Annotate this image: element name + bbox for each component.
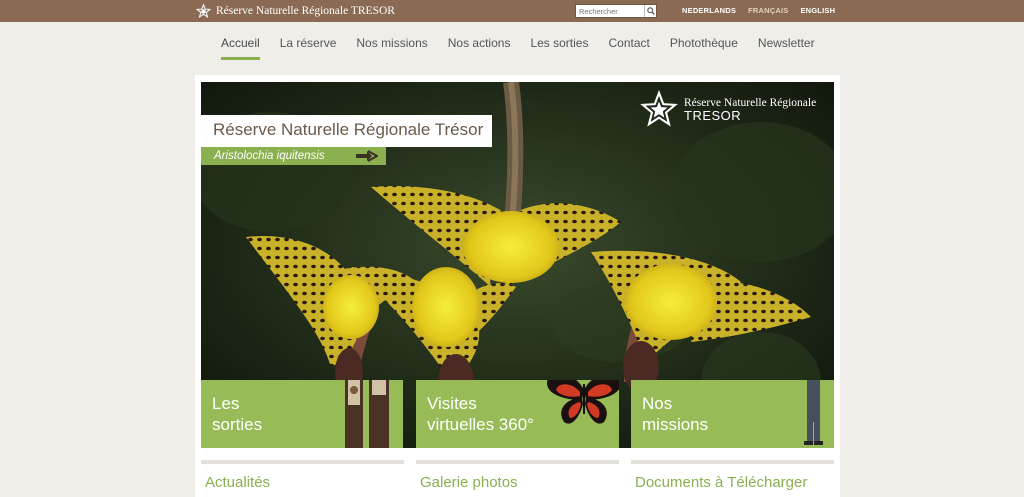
reserve-logo-icon xyxy=(196,3,211,18)
brand-link[interactable]: Réserve Naturelle Régionale TRESOR xyxy=(196,3,395,19)
section-actualites: Actualités xyxy=(201,460,404,491)
hero-logo: Réserve Naturelle Régionale TRESOR xyxy=(640,90,816,130)
lang-english[interactable]: ENGLISH xyxy=(800,6,835,15)
nav-nos-actions[interactable]: Nos actions xyxy=(448,36,511,60)
section-documents: Documents à Télécharger xyxy=(631,460,834,491)
nav-accueil[interactable]: Accueil xyxy=(221,36,260,60)
lang-nederlands[interactable]: NEDERLANDS xyxy=(682,6,736,15)
section-divider xyxy=(201,460,404,464)
top-bar: Réserve Naturelle Régionale TRESOR NEDER… xyxy=(0,0,1024,22)
tile-les-sorties[interactable]: Les sorties xyxy=(201,380,403,448)
section-documents-title[interactable]: Documents à Télécharger xyxy=(631,474,834,491)
section-divider xyxy=(416,460,619,464)
search-icon xyxy=(646,7,655,15)
lang-francais[interactable]: FRANÇAIS xyxy=(748,6,788,15)
hero-title-box: Réserve Naturelle Régionale Trésor xyxy=(201,115,493,147)
nav-newsletter[interactable]: Newsletter xyxy=(758,36,815,60)
trail-signpost-image xyxy=(345,380,389,448)
nav-phototheque[interactable]: Photothèque xyxy=(670,36,738,60)
search-button[interactable] xyxy=(644,5,656,17)
section-actualites-title[interactable]: Actualités xyxy=(201,474,404,491)
main-nav: Accueil La réserve Nos missions Nos acti… xyxy=(221,36,835,60)
nav-les-sorties[interactable]: Les sorties xyxy=(530,36,588,60)
tresor-star-logo-icon xyxy=(640,90,678,127)
man-with-binoculars-image xyxy=(804,380,823,445)
tile-nos-missions-label: Nos missions xyxy=(642,394,709,434)
tile-visites-virtuelles-label: Visites virtuelles 360° xyxy=(427,394,534,434)
section-galerie-photos: Galerie photos xyxy=(416,460,619,491)
hero-subtitle: Aristolochia iquitensis xyxy=(214,150,325,162)
section-galerie-photos-title[interactable]: Galerie photos xyxy=(416,474,619,491)
hero-title: Réserve Naturelle Régionale Trésor xyxy=(213,120,484,139)
double-arrow-right-icon xyxy=(356,150,378,162)
tile-visites-virtuelles[interactable]: Visites virtuelles 360° xyxy=(416,380,619,448)
logo-text-line2: TRESOR xyxy=(684,108,742,123)
language-switcher: NEDERLANDS FRANÇAIS ENGLISH xyxy=(682,6,835,15)
tile-nos-missions[interactable]: Nos missions xyxy=(631,380,834,448)
search-box xyxy=(575,4,657,18)
search-input[interactable] xyxy=(576,5,644,17)
tile-les-sorties-label: Les sorties xyxy=(212,394,263,434)
butterfly-image xyxy=(546,380,619,424)
hero-subtitle-link[interactable]: Aristolochia iquitensis xyxy=(201,147,386,165)
nav-nos-missions[interactable]: Nos missions xyxy=(356,36,427,60)
section-divider xyxy=(631,460,834,464)
nav-contact[interactable]: Contact xyxy=(608,36,649,60)
nav-la-reserve[interactable]: La réserve xyxy=(280,36,337,60)
brand-title: Réserve Naturelle Régionale TRESOR xyxy=(216,5,395,17)
